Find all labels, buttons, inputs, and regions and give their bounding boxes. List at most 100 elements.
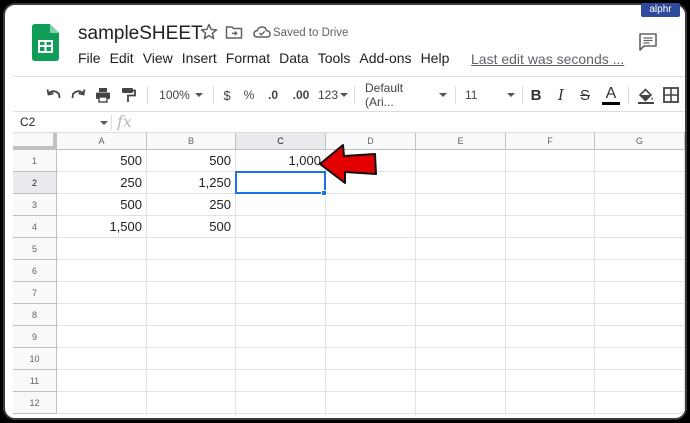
grid-line (57, 347, 685, 348)
text-color-button[interactable]: A (601, 85, 621, 105)
column-header[interactable]: B (147, 133, 236, 150)
row-header[interactable]: 10 (13, 348, 57, 370)
decrease-decimal-button[interactable]: .0 (264, 85, 282, 105)
grid-line (57, 281, 685, 282)
red-arrow-annotation (319, 144, 377, 184)
select-all-corner[interactable] (13, 133, 57, 150)
column-header-selected[interactable]: C (236, 133, 326, 150)
row-header[interactable]: 12 (13, 392, 57, 414)
active-cell-selection[interactable] (235, 171, 326, 194)
toolbar-separator (522, 86, 523, 104)
chevron-down-icon (507, 93, 515, 97)
grid-line (505, 150, 506, 415)
sheets-logo-icon[interactable] (32, 24, 59, 61)
cloud-saved-icon (253, 26, 271, 38)
fill-handle[interactable] (321, 190, 327, 196)
cell-B2[interactable]: 1,250 (147, 172, 235, 194)
name-box[interactable]: C2 (20, 115, 35, 129)
grid-line (57, 413, 685, 414)
redo-icon[interactable] (69, 85, 87, 105)
undo-icon[interactable] (45, 85, 63, 105)
alphr-watermark: alphr (641, 3, 680, 17)
row-header[interactable]: 1 (13, 150, 57, 172)
toolbar-separator (455, 86, 456, 104)
grid-line (594, 150, 595, 415)
last-edit-link[interactable]: Last edit was seconds ... (471, 51, 624, 67)
menu-add-ons[interactable]: Add-ons (359, 50, 411, 70)
column-header[interactable]: G (595, 133, 685, 150)
more-formats-select[interactable]: 123 (317, 85, 349, 105)
move-to-folder-icon[interactable] (224, 22, 244, 42)
formula-bar: C2 fx (13, 112, 685, 133)
menu-data[interactable]: Data (279, 50, 309, 70)
font-size-select[interactable]: 11 (465, 85, 515, 105)
formula-separator (111, 115, 112, 130)
row-header[interactable]: 5 (13, 238, 57, 260)
menu-edit[interactable]: Edit (110, 50, 134, 70)
cell-B3[interactable]: 250 (147, 194, 235, 216)
paint-format-icon[interactable] (119, 85, 137, 105)
row-header-selected[interactable]: 2 (13, 172, 57, 194)
font-value: Default (Ari... (365, 81, 404, 109)
font-size-value: 11 (465, 88, 478, 102)
chevron-down-icon (340, 93, 349, 97)
row-header[interactable]: 7 (13, 282, 57, 304)
column-header[interactable]: E (416, 133, 506, 150)
comment-history-icon[interactable] (637, 31, 659, 53)
row-header[interactable]: 8 (13, 304, 57, 326)
cell-C1[interactable]: 1,000 (236, 150, 325, 172)
toolbar-separator (628, 86, 629, 104)
print-icon[interactable] (94, 85, 112, 105)
grid-line (57, 369, 685, 370)
toolbar: 100% $ % .0 .00 123 Default (Ari... 11 B… (13, 76, 685, 112)
fx-icon: fx (117, 112, 132, 131)
zoom-select[interactable]: 100% (156, 85, 206, 105)
bold-button[interactable]: B (528, 85, 544, 105)
zoom-value: 100% (159, 88, 190, 102)
cell-B1[interactable]: 500 (147, 150, 235, 172)
font-select[interactable]: Default (Ari... (365, 81, 447, 109)
text-color-swatch (602, 101, 620, 105)
menu-insert[interactable]: Insert (182, 50, 217, 70)
toolbar-separator (147, 86, 148, 104)
menu-view[interactable]: View (143, 50, 173, 70)
row-header[interactable]: 4 (13, 216, 57, 238)
cell-B4[interactable]: 500 (147, 216, 235, 238)
row-header[interactable]: 11 (13, 370, 57, 392)
row-header[interactable]: 9 (13, 326, 57, 348)
text-color-glyph: A (605, 84, 617, 102)
document-title[interactable]: sampleSHEET (78, 23, 203, 45)
italic-button[interactable]: I (553, 85, 569, 105)
strikethrough-button[interactable]: S (577, 85, 593, 105)
cell-A1[interactable]: 500 (57, 150, 146, 172)
increase-decimal-button[interactable]: .00 (290, 85, 312, 105)
grid-line (57, 391, 685, 392)
menu-format[interactable]: Format (226, 50, 270, 70)
cell-A4[interactable]: 1,500 (57, 216, 146, 238)
grid-line (57, 325, 685, 326)
screenshot-frame: sampleSHEET Saved to Drive File Edit Vie… (3, 3, 687, 420)
currency-format-button[interactable]: $ (220, 85, 234, 105)
cell-A2[interactable]: 250 (57, 172, 146, 194)
chevron-down-icon (439, 93, 447, 97)
toolbar-separator (354, 86, 355, 104)
column-header[interactable]: A (57, 133, 147, 150)
menu-help[interactable]: Help (421, 50, 450, 70)
star-icon[interactable] (199, 22, 219, 42)
menu-tools[interactable]: Tools (318, 50, 351, 70)
sheets-window: sampleSHEET Saved to Drive File Edit Vie… (13, 10, 685, 415)
row-header[interactable]: 3 (13, 194, 57, 216)
cell-A3[interactable]: 500 (57, 194, 146, 216)
grid-line (57, 303, 685, 304)
borders-icon[interactable] (662, 85, 680, 105)
percent-format-button[interactable]: % (242, 85, 256, 105)
chevron-down-icon[interactable] (100, 121, 108, 125)
grid-line (57, 259, 685, 260)
fill-color-icon[interactable] (637, 85, 655, 105)
toolbar-separator (213, 86, 214, 104)
menu-file[interactable]: File (78, 50, 101, 70)
row-header[interactable]: 6 (13, 260, 57, 282)
column-header[interactable]: F (506, 133, 595, 150)
grid-line (684, 150, 685, 415)
more-formats-label: 123 (317, 88, 339, 102)
